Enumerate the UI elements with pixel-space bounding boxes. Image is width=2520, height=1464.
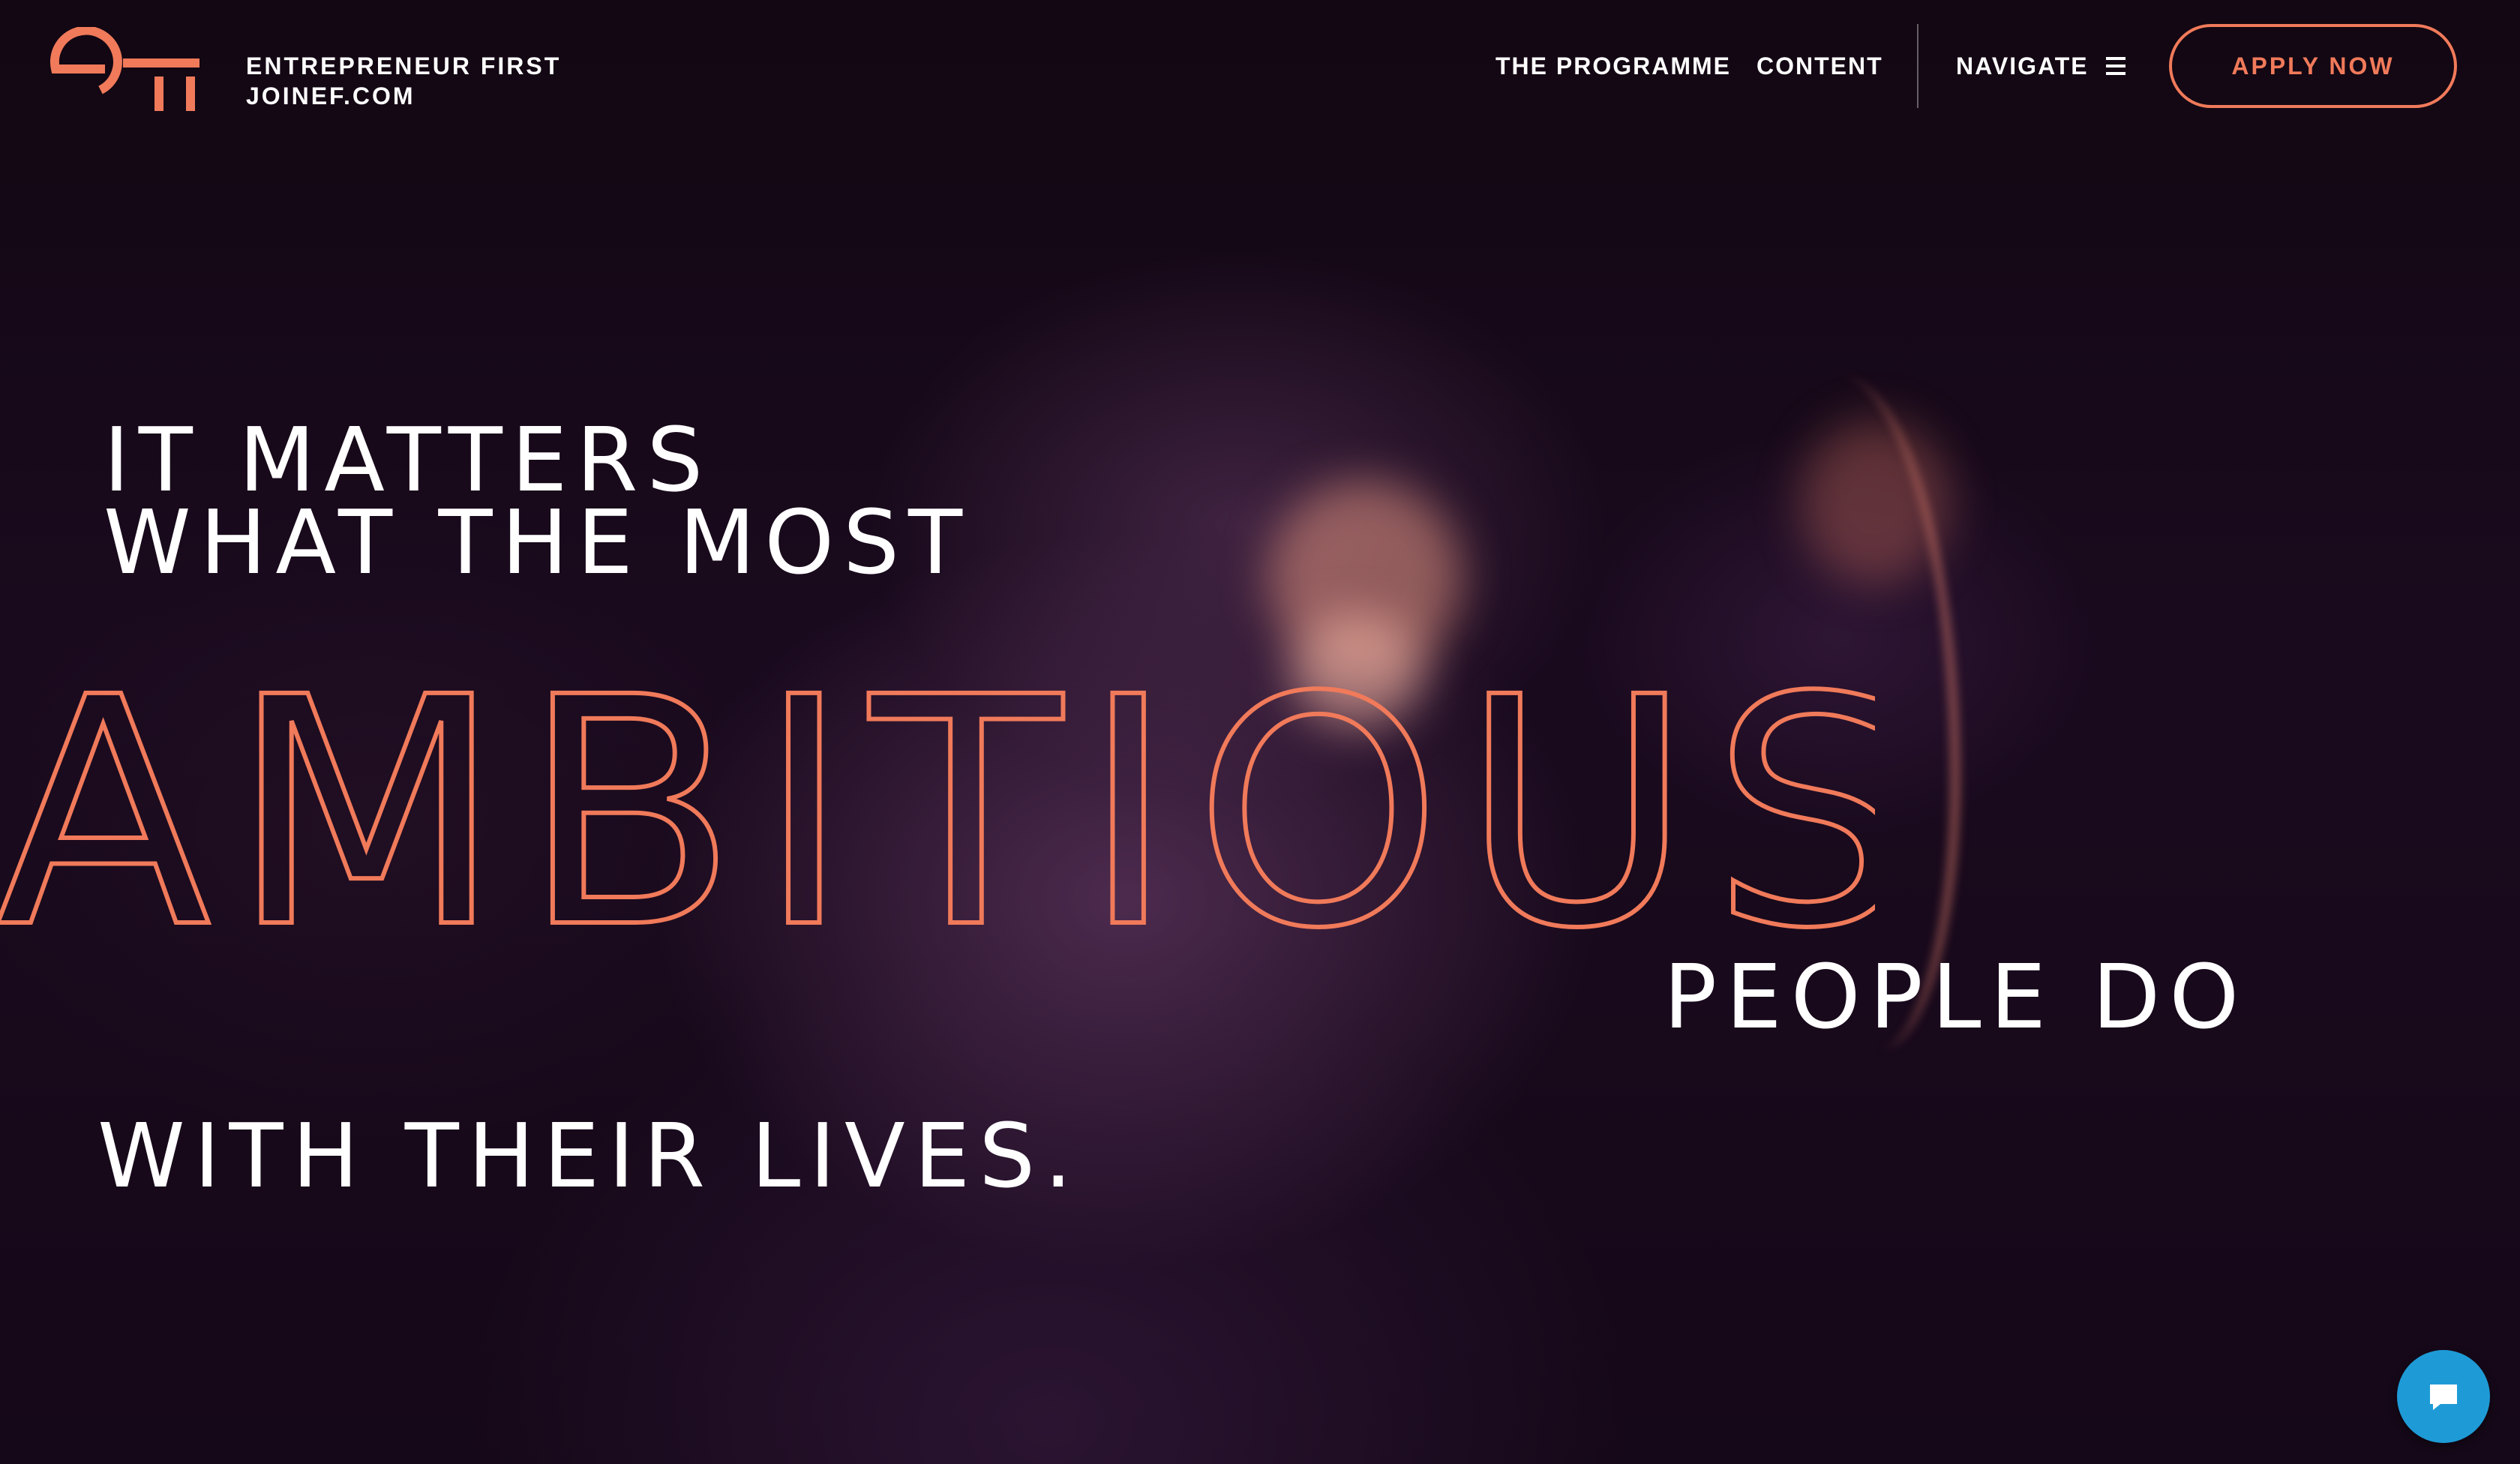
apply-now-button[interactable]: APPLY NOW — [2169, 24, 2457, 108]
chat-bubble-icon — [2430, 1384, 2457, 1410]
hero-line-4: WITH THEIR LIVES. — [98, 1104, 1082, 1208]
brand-name[interactable]: ENTREPRENEUR FIRST JOINEF.COM — [246, 51, 561, 111]
hero-highlight-text: AMBITIOUS — [0, 652, 1875, 968]
nav-content[interactable]: CONTENT — [1756, 51, 1883, 81]
nav-navigate[interactable]: NAVIGATE — [1956, 51, 2089, 81]
hero-line-2: WHAT THE MOST — [104, 490, 972, 594]
hamburger-icon[interactable] — [2106, 57, 2126, 75]
hero-highlight-word: AMBITIOUS — [0, 652, 1875, 968]
site-header: ENTREPRENEUR FIRST JOINEF.COM THE PROGRA… — [0, 0, 2520, 135]
landing-page: ENTREPRENEUR FIRST JOINEF.COM THE PROGRA… — [0, 0, 2520, 1464]
hero-line-3: PEOPLE DO — [1664, 945, 2248, 1048]
brand-url: JOINEF.COM — [246, 82, 416, 110]
nav-divider — [1917, 24, 1918, 108]
ef-logo-icon[interactable] — [45, 26, 202, 112]
brand-title: ENTREPRENEUR FIRST — [246, 52, 562, 80]
chat-launcher-button[interactable] — [2397, 1350, 2490, 1443]
nav-the-programme[interactable]: THE PROGRAMME — [1496, 51, 1731, 81]
